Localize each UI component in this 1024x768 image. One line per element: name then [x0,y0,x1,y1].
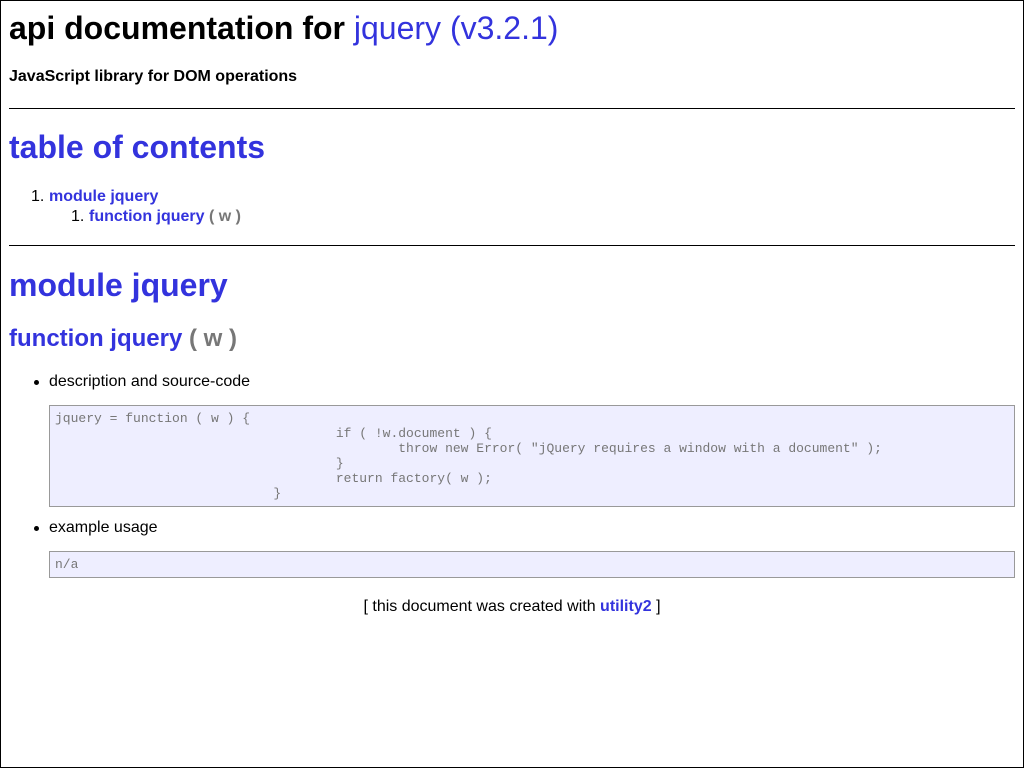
toc-link-module-jquery[interactable]: module jquery [49,188,158,205]
page-subtitle: JavaScript library for DOM operations [9,68,298,85]
module-heading: module jquery [9,266,228,304]
toc-function-args: ( w ) [209,208,242,225]
page-title-prefix: api documentation for [9,10,345,46]
footer: [ this document was created with utility… [1,597,1023,617]
toc-link-function-jquery[interactable]: function jquery ( w ) [89,208,241,225]
toc-sublist: 1. function jquery ( w ) [49,207,241,227]
divider [9,108,1015,109]
function-heading-link[interactable]: function jquery ( w ) [9,325,237,352]
toc-item-module-jquery: 1. module jquery 1. function jquery ( w … [9,187,241,227]
description-bullet: description and source-code [33,373,251,390]
footer-suffix: ] [656,598,661,615]
toc-heading: table of contents [9,128,265,166]
page-title-link[interactable]: jquery (v3.2.1) [354,10,559,46]
example-code-block: n/a [49,551,1015,578]
function-heading-label: function jquery [9,325,183,352]
function-heading: function jquery ( w ) [9,324,237,354]
page-title: api documentation for jquery (v3.2.1) [9,9,558,47]
toc-item-function-jquery: 1. function jquery ( w ) [49,207,241,227]
source-code-block: jquery = function ( w ) { if ( !w.docume… [49,405,1015,507]
toc-item-number: 1. [31,188,45,205]
toc-link-function-jquery-label: function jquery [89,208,205,225]
toc-heading-link[interactable]: table of contents [9,129,265,165]
example-bullet: example usage [34,519,158,536]
module-heading-link[interactable]: module jquery [9,267,228,303]
footer-utility2-link[interactable]: utility2 [600,598,652,615]
footer-prefix: [ this document was created with [363,598,596,615]
divider [9,245,1015,246]
toc-subitem-number: 1. [71,208,85,225]
toc-list: 1. module jquery 1. function jquery ( w … [9,187,241,227]
function-args: ( w ) [189,325,238,352]
